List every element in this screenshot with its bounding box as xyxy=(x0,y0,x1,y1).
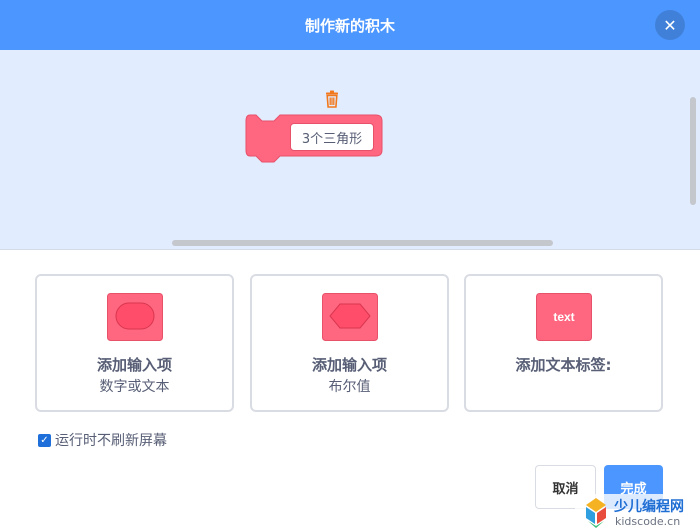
add-boolean-input-card[interactable]: 添加输入项 布尔值 xyxy=(250,274,449,412)
card-subtitle: 数字或文本 xyxy=(99,379,170,395)
block-name-text: 3个三角形 xyxy=(301,131,363,147)
run-without-refresh-label: 运行时不刷新屏幕 xyxy=(55,433,167,449)
dialog-title: 制作新的积木 xyxy=(304,16,395,35)
add-input-options: 添加输入项 数字或文本 添加输入项 布尔值 text 添加文本标签: xyxy=(35,274,663,412)
round-input-icon xyxy=(107,293,163,345)
boolean-input-icon xyxy=(322,293,378,345)
card-title: 添加文本标签: xyxy=(515,356,612,374)
text-label-icon: text xyxy=(536,293,592,345)
add-number-text-input-card[interactable]: 添加输入项 数字或文本 xyxy=(35,274,234,412)
watermark: 少儿编程网 kidscode.cn xyxy=(575,494,700,532)
run-without-refresh-checkbox[interactable]: ✓ xyxy=(38,433,51,447)
checkmark-icon: ✓ xyxy=(40,434,49,446)
watermark-logo xyxy=(586,498,606,528)
horizontal-scrollbar[interactable] xyxy=(172,240,553,246)
watermark-title: 少儿编程网 xyxy=(614,499,684,515)
block-name-input[interactable]: 3个三角形 xyxy=(290,123,374,151)
dialog-header: 制作新的积木 ✕ xyxy=(0,0,700,50)
vertical-scrollbar[interactable] xyxy=(690,97,696,205)
text-label-icon-text: text xyxy=(553,310,574,324)
card-title: 添加输入项 xyxy=(311,356,387,374)
delete-button[interactable] xyxy=(321,88,343,110)
add-text-label-card[interactable]: text 添加文本标签: xyxy=(464,274,663,412)
close-button[interactable]: ✕ xyxy=(655,10,685,40)
card-title: 添加输入项 xyxy=(96,356,172,374)
block-preview-workspace[interactable]: 3个三角形 xyxy=(0,50,700,250)
watermark-url: kidscode.cn xyxy=(615,515,681,528)
trash-icon xyxy=(326,90,338,108)
close-icon: ✕ xyxy=(663,15,677,35)
card-subtitle: 布尔值 xyxy=(328,379,371,395)
run-without-refresh-row[interactable]: ✓ 运行时不刷新屏幕 xyxy=(38,430,167,450)
